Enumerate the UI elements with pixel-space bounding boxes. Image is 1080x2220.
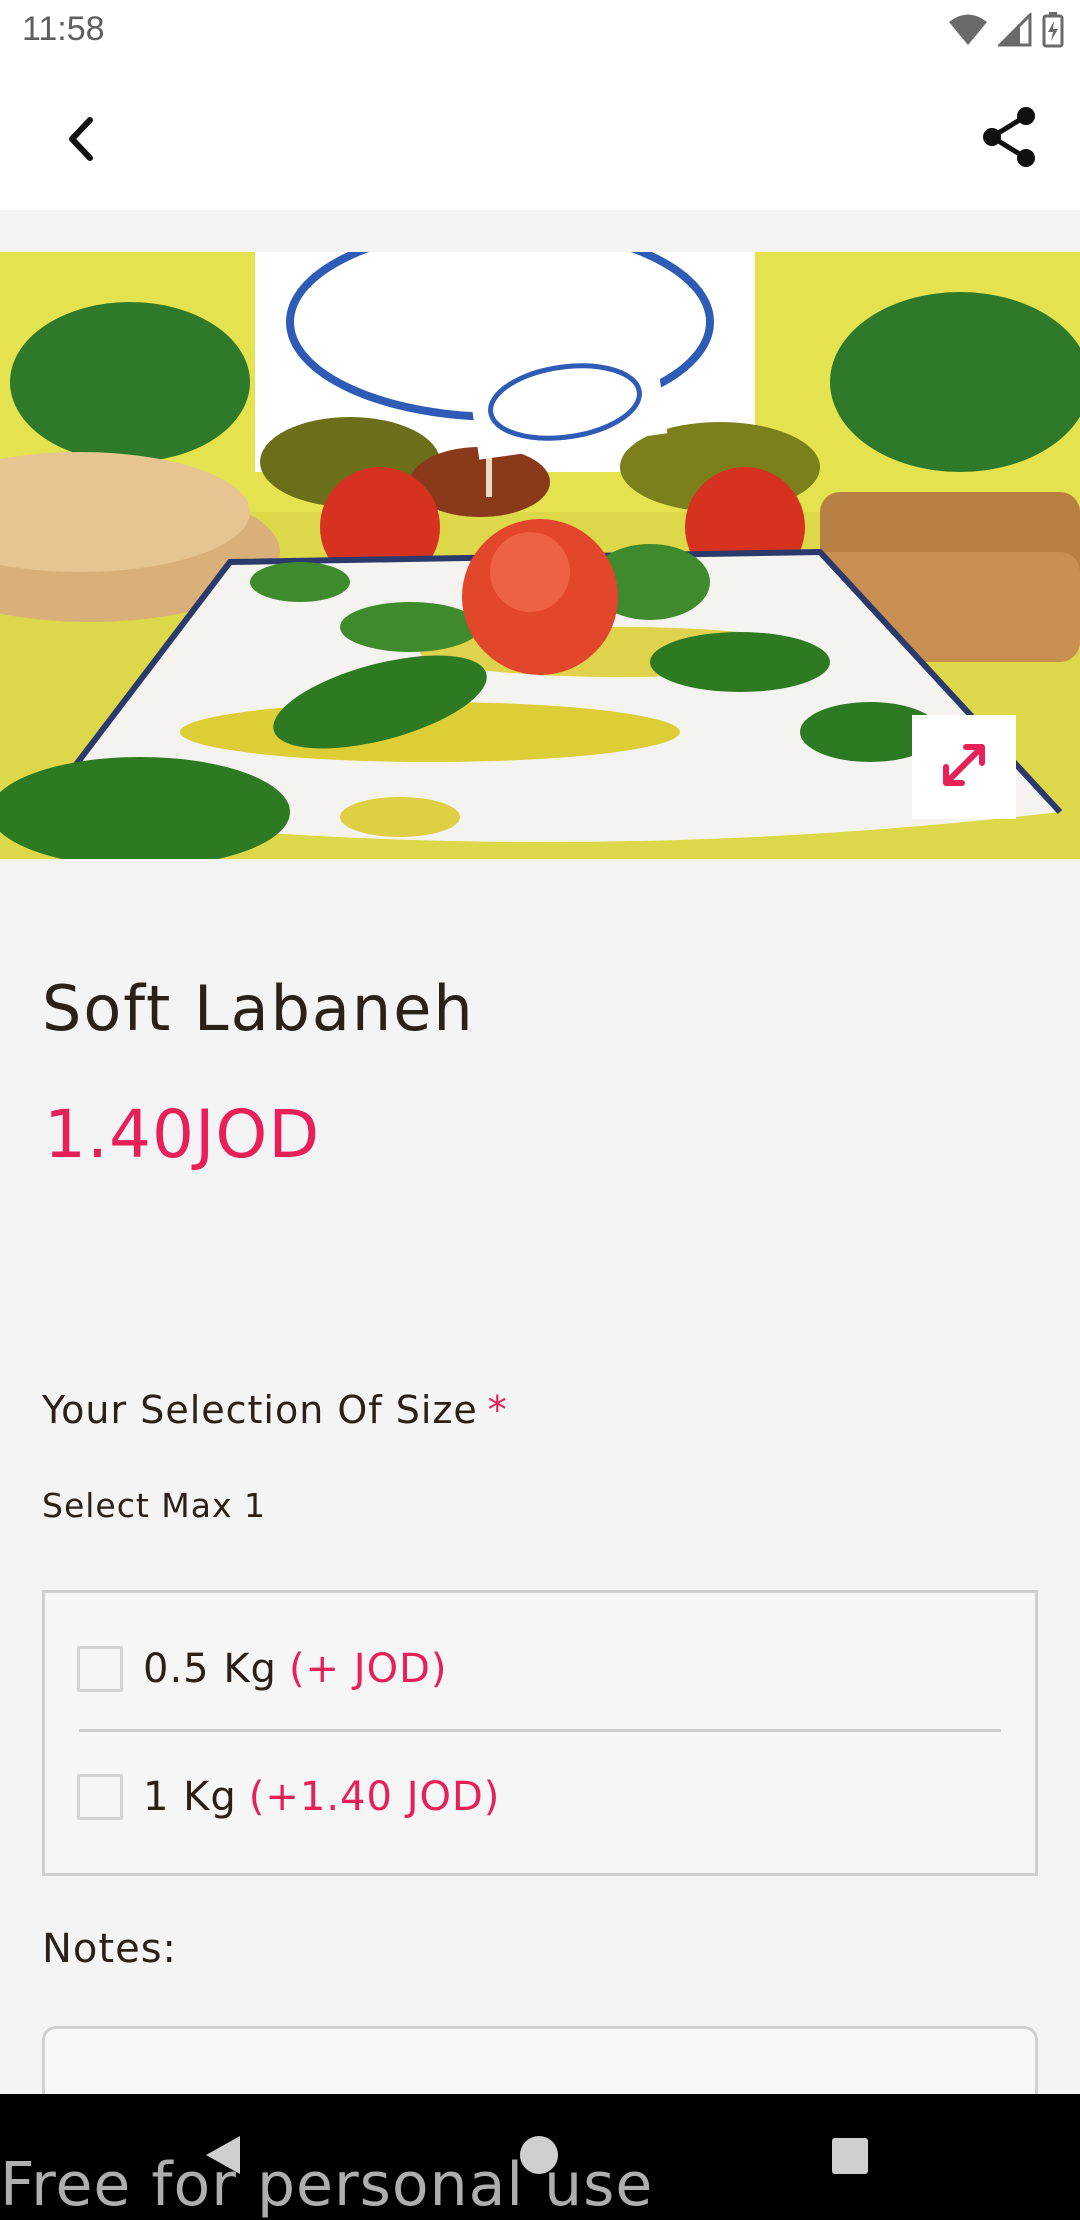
status-bar: 11:58 [0, 0, 1080, 64]
status-time: 11:58 [22, 10, 105, 48]
battery-charging-icon [1042, 12, 1064, 52]
size-section-title-text: Your Selection Of Size [42, 1388, 478, 1432]
product-title: Soft Labaneh [42, 972, 475, 1045]
checkbox[interactable] [77, 1774, 123, 1820]
required-marker: * [487, 1388, 508, 1432]
expand-icon [938, 739, 990, 795]
size-option-one-kg[interactable]: 1 Kg (+1.40 JOD) [77, 1767, 500, 1827]
signal-icon [996, 11, 1032, 51]
wifi-icon [948, 13, 988, 51]
size-section-title: Your Selection Of Size * [42, 1388, 508, 1432]
product-price: 1.40JOD [44, 1096, 321, 1173]
size-options-box: 0.5 Kg (+ JOD) 1 Kg (+1.40 JOD) [42, 1590, 1038, 1876]
size-section-subtitle: Select Max 1 [42, 1486, 267, 1525]
share-button[interactable] [974, 102, 1044, 172]
app-bar [0, 64, 1080, 210]
back-button[interactable] [50, 104, 120, 174]
option-price: (+ JOD) [288, 1646, 448, 1692]
watermark-text: Free for personal use [0, 2150, 654, 2220]
share-icon [974, 107, 1044, 176]
status-icons [948, 11, 1064, 52]
option-label: 1 Kg [143, 1774, 237, 1820]
square-recents-icon [830, 2138, 870, 2180]
option-price: (+1.40 JOD) [248, 1774, 501, 1820]
option-divider [79, 1729, 1001, 1732]
option-label: 0.5 Kg [143, 1646, 277, 1692]
expand-image-button[interactable] [912, 715, 1016, 819]
checkbox[interactable] [77, 1646, 123, 1692]
notes-label: Notes: [42, 1926, 178, 1972]
product-details-screen: 11:58 Soft Labaneh 1.40JOD Your Selectio… [0, 0, 1080, 2220]
chevron-left-icon [50, 117, 120, 178]
size-option-half-kg[interactable]: 0.5 Kg (+ JOD) [77, 1639, 447, 1699]
nav-recents-button[interactable] [830, 2136, 870, 2180]
